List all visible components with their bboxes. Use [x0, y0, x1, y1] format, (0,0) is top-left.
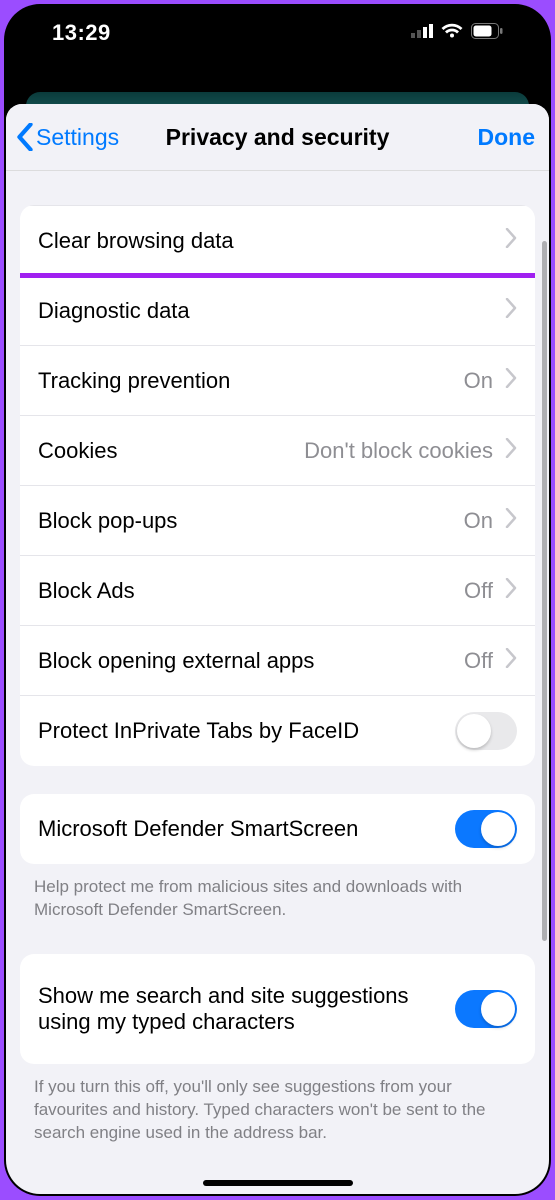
toggle-smartscreen[interactable] [455, 810, 517, 848]
back-button[interactable]: Settings [16, 123, 119, 151]
battery-icon [471, 23, 503, 44]
row-label: Microsoft Defender SmartScreen [38, 816, 443, 842]
row-value: Off [464, 648, 493, 674]
row-block-ads[interactable]: Block Ads Off [20, 555, 535, 625]
settings-group-suggestions: Show me search and site suggestions usin… [20, 954, 535, 1064]
footer-suggestions: If you turn this off, you'll only see su… [6, 1064, 549, 1149]
chevron-right-icon [505, 368, 517, 394]
row-diagnostic-data[interactable]: Diagnostic data [20, 275, 535, 345]
settings-group-smartscreen: Microsoft Defender SmartScreen [20, 794, 535, 864]
row-label: Diagnostic data [38, 298, 493, 324]
device-frame: 13:29 Settings Privacy and security Done [4, 4, 551, 1196]
chevron-right-icon [505, 228, 517, 254]
cellular-icon [411, 24, 433, 43]
status-time: 13:29 [52, 20, 111, 46]
chevron-right-icon [505, 508, 517, 534]
scroll-area[interactable]: Clear browsing data Diagnostic data Trac… [6, 171, 549, 1194]
row-value: On [464, 508, 493, 534]
row-label: Protect InPrivate Tabs by FaceID [38, 718, 443, 744]
home-indicator[interactable] [203, 1180, 353, 1186]
done-button[interactable]: Done [478, 124, 536, 151]
chevron-right-icon [505, 648, 517, 674]
row-label: Show me search and site suggestions usin… [38, 983, 443, 1035]
row-label: Clear browsing data [38, 228, 493, 254]
row-block-external-apps[interactable]: Block opening external apps Off [20, 625, 535, 695]
row-value: Don't block cookies [304, 438, 493, 464]
settings-sheet: Settings Privacy and security Done Clear… [6, 104, 549, 1194]
wifi-icon [441, 23, 463, 44]
toggle-inprivate[interactable] [455, 712, 517, 750]
row-clear-browsing-data[interactable]: Clear browsing data [20, 205, 535, 275]
page-title: Privacy and security [166, 124, 390, 151]
row-block-popups[interactable]: Block pop-ups On [20, 485, 535, 555]
row-label: Cookies [38, 438, 292, 464]
chevron-left-icon [16, 123, 34, 151]
row-smartscreen: Microsoft Defender SmartScreen [20, 794, 535, 864]
row-tracking-prevention[interactable]: Tracking prevention On [20, 345, 535, 415]
row-cookies[interactable]: Cookies Don't block cookies [20, 415, 535, 485]
row-label: Block Ads [38, 578, 452, 604]
chevron-right-icon [505, 578, 517, 604]
status-bar: 13:29 [4, 4, 551, 92]
scrollbar[interactable] [542, 241, 547, 941]
row-label: Tracking prevention [38, 368, 452, 394]
toggle-suggestions[interactable] [455, 990, 517, 1028]
row-suggestions: Show me search and site suggestions usin… [20, 954, 535, 1064]
chevron-right-icon [505, 438, 517, 464]
row-value: Off [464, 578, 493, 604]
row-label: Block opening external apps [38, 648, 452, 674]
nav-header: Settings Privacy and security Done [6, 104, 549, 171]
back-label: Settings [36, 124, 119, 151]
status-icons [411, 23, 503, 44]
row-protect-inprivate: Protect InPrivate Tabs by FaceID [20, 695, 535, 766]
footer-smartscreen: Help protect me from malicious sites and… [6, 864, 549, 926]
row-value: On [464, 368, 493, 394]
chevron-right-icon [505, 298, 517, 324]
row-label: Block pop-ups [38, 508, 452, 534]
settings-group-main: Clear browsing data Diagnostic data Trac… [20, 205, 535, 766]
